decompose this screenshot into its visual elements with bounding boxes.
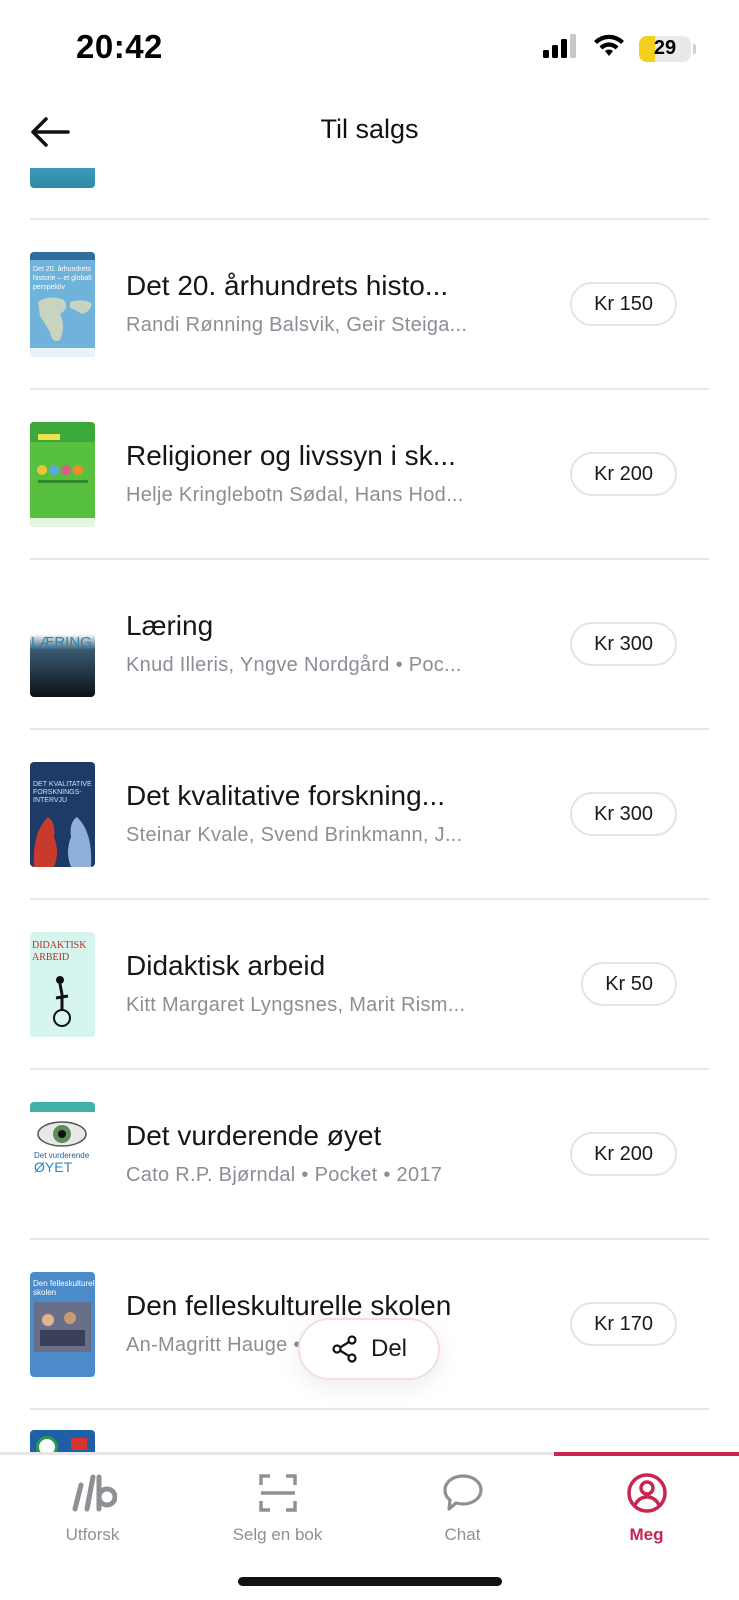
tab-bar: Utforsk Selg en bok Chat Meg [0, 1452, 739, 1600]
svg-text:Den felleskulturelle: Den felleskulturelle [33, 1279, 95, 1288]
svg-text:skolen: skolen [33, 1288, 56, 1297]
book-cover: Det vurderende ØYET [30, 1102, 95, 1207]
book-cover: DIDAKTISK ARBEID [30, 932, 95, 1037]
logo-icon [69, 1471, 117, 1515]
book-row[interactable]: DIDAKTISK ARBEID Didaktisk arbeid Kitt M… [0, 900, 739, 1068]
book-meta: Knud Illeris, Yngve Nordgård • Poc... [126, 654, 462, 676]
svg-text:ØYET: ØYET [34, 1159, 73, 1175]
price-badge: Kr 200 [570, 1132, 677, 1176]
tab-chat[interactable]: Chat [370, 1455, 555, 1555]
tab-utforsk[interactable]: Utforsk [0, 1455, 185, 1555]
battery-level: 29 [653, 37, 677, 59]
svg-text:DET KVALITATIVE: DET KVALITATIVE [33, 781, 92, 788]
nav-header: Til salgs [0, 96, 739, 168]
divider [30, 1408, 709, 1410]
price-badge: Kr 50 [581, 962, 677, 1006]
book-meta: Kitt Margaret Lyngsnes, Marit Rism... [126, 994, 466, 1016]
book-meta: Cato R.P. Bjørndal • Pocket • 2017 [126, 1164, 443, 1186]
battery-icon: 29 [639, 35, 696, 62]
svg-text:perspektiv: perspektiv [33, 284, 65, 291]
book-meta: Steinar Kvale, Svend Brinkmann, J... [126, 824, 463, 846]
status-icons: 29 [543, 34, 696, 63]
price-badge: Kr 300 [570, 622, 677, 666]
tab-label: Chat [444, 1525, 481, 1544]
svg-text:INTERVJU: INTERVJU [33, 797, 67, 804]
svg-text:ARBEID: ARBEID [32, 952, 69, 963]
book-cover-partial [30, 1430, 95, 1452]
cellular-signal-icon [543, 34, 579, 63]
book-title: Det kvalitative forskning... [126, 780, 446, 811]
price-badge: Kr 300 [570, 792, 677, 836]
tab-label: Utforsk [65, 1525, 120, 1544]
book-title: Det vurderende øyet [126, 1120, 382, 1151]
book-meta: Randi Rønning Balsvik, Geir Steiga... [126, 314, 468, 336]
book-cover: LÆRING [30, 592, 95, 697]
tab-meg[interactable]: Meg [554, 1455, 739, 1555]
tab-label: Selg en bok [232, 1525, 323, 1544]
book-title: Læring [126, 610, 214, 641]
book-row[interactable]: Det 20. århundrets historie – et globalt… [0, 220, 739, 388]
book-list[interactable]: Det 20. århundrets historie – et globalt… [0, 168, 739, 1452]
price-badge: Kr 200 [570, 452, 677, 496]
share-label: Del [370, 1335, 407, 1362]
status-bar: 20:42 29 [0, 0, 739, 96]
svg-text:FORSKNINGS-: FORSKNINGS- [33, 789, 82, 796]
chat-bubble-icon [442, 1471, 484, 1515]
tab-selg-en-bok[interactable]: Selg en bok [185, 1455, 370, 1555]
book-title: Didaktisk arbeid [126, 950, 326, 981]
book-row[interactable]: LÆRING Læring Knud Illeris, Yngve Nordgå… [0, 560, 739, 728]
profile-icon [626, 1471, 668, 1515]
scan-icon [258, 1471, 298, 1515]
svg-text:historie – et globalt: historie – et globalt [33, 275, 92, 282]
book-cover-partial [30, 168, 95, 188]
svg-text:Det 20. århundrets: Det 20. århundrets [33, 265, 91, 273]
book-title: Det 20. århundrets histo... [126, 270, 449, 301]
book-row[interactable]: Religioner og livssyn i sk... Helje Krin… [0, 390, 739, 558]
tab-label: Meg [629, 1525, 664, 1544]
svg-text:LÆRING: LÆRING [31, 634, 92, 651]
book-row[interactable]: DET KVALITATIVE FORSKNINGS- INTERVJU Det… [0, 730, 739, 898]
share-button[interactable]: Del [298, 1318, 440, 1380]
book-title: Religioner og livssyn i sk... [126, 440, 456, 471]
book-meta: Helje Kringlebotn Sødal, Hans Hod... [126, 484, 464, 506]
svg-text:DIDAKTISK: DIDAKTISK [32, 940, 87, 951]
book-row[interactable]: Det vurderende ØYET Det vurderende øyet … [0, 1070, 739, 1238]
book-cover: Det 20. århundrets historie – et globalt… [30, 252, 95, 357]
share-icon [332, 1335, 357, 1363]
price-badge: Kr 150 [570, 282, 677, 326]
home-indicator [238, 1577, 502, 1586]
price-badge: Kr 170 [570, 1302, 677, 1346]
book-cover [30, 422, 95, 527]
page-title: Til salgs [320, 114, 419, 144]
book-cover: DET KVALITATIVE FORSKNINGS- INTERVJU [30, 762, 95, 867]
status-time: 20:42 [76, 28, 163, 65]
book-cover: Den felleskulturelle skolen [30, 1272, 95, 1377]
wifi-icon [593, 34, 625, 63]
